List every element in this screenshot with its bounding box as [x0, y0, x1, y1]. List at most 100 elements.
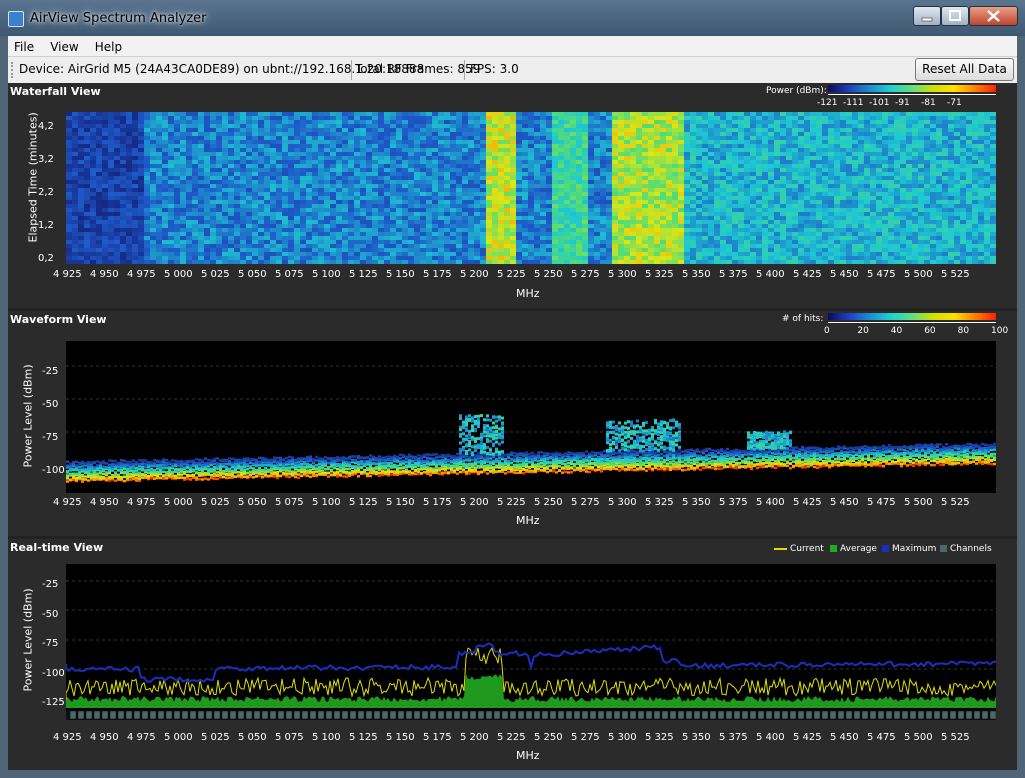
power-legend-tick: -81 [921, 98, 936, 108]
legend-current-label: Current [790, 544, 824, 554]
waterfall-x-tick: 5 175 [423, 269, 452, 280]
realtime-y-tick: -75 [42, 638, 59, 649]
menu-bar: File View Help [8, 36, 1017, 56]
waveform-x-tick: 5 400 [756, 497, 785, 508]
waterfall-x-tick: 5 025 [201, 269, 230, 280]
waveform-x-tick: 5 175 [423, 497, 452, 508]
realtime-x-tick: 5 300 [608, 732, 637, 743]
waterfall-x-tick: 5 275 [571, 269, 600, 280]
waveform-x-tick: 5 025 [201, 497, 230, 508]
status-toolbar: Device: AirGrid M5 (24A43CA0DE89) on ubn… [8, 56, 1017, 84]
views-container: Waterfall View Power (dBm): -121 -111 -101… [8, 83, 1017, 770]
channels-swatch [940, 545, 947, 552]
hits-legend-tick: 0 [824, 326, 830, 336]
waveform-y-tick: -75 [42, 432, 59, 443]
realtime-ylabel: Power Level (dBm) [21, 588, 35, 692]
realtime-y-tick: -100 [42, 667, 65, 679]
realtime-traces [66, 580, 996, 720]
legend-average-label: Average [840, 544, 877, 554]
legend-current: Current [774, 544, 824, 554]
close-button[interactable] [969, 6, 1018, 26]
waterfall-x-tick: 5 375 [719, 269, 748, 280]
realtime-y-tick: -25 [42, 579, 59, 590]
waveform-x-tick: 5 225 [497, 497, 526, 508]
realtime-x-tick: 5 325 [645, 732, 674, 743]
waterfall-y-tick: 4,2 [38, 121, 54, 132]
waterfall-x-tick: 5 350 [682, 269, 711, 280]
realtime-x-tick: 5 150 [386, 732, 415, 743]
waveform-ylabel: Power Level (dBm) [21, 364, 35, 468]
current-swatch [774, 547, 787, 550]
realtime-x-tick: 5 400 [756, 732, 785, 743]
waveform-x-tick: 5 375 [719, 497, 748, 508]
waveform-panel: Waveform View # of hits: 0 20 40 60 80 100 Po… [8, 311, 1017, 536]
waveform-x-tick: 5 000 [164, 497, 193, 508]
power-colorbar-axis [828, 94, 996, 95]
waterfall-x-tick: 5 425 [793, 269, 822, 280]
power-legend-tick: -111 [843, 98, 864, 108]
waterfall-x-tick: 5 500 [904, 269, 933, 280]
waveform-x-tick: 5 300 [608, 497, 637, 508]
realtime-xlabel: MHz [516, 749, 540, 762]
hits-colorbar-axis [828, 322, 996, 323]
realtime-x-tick: 4 950 [90, 732, 119, 743]
legend-maximum-label: Maximum [892, 544, 937, 554]
waveform-x-tick: 5 050 [238, 497, 267, 508]
hits-legend-tick: 60 [924, 326, 936, 336]
realtime-x-tick: 5 050 [238, 732, 267, 743]
waveform-xlabel: MHz [516, 514, 540, 527]
menu-help[interactable]: Help [90, 38, 127, 56]
app-window: AirView Spectrum Analyzer File View Help… [0, 0, 1025, 778]
power-legend-tick: -71 [947, 98, 962, 108]
waterfall-xlabel: MHz [516, 287, 540, 300]
waterfall-x-tick: 4 925 [53, 269, 82, 280]
waveform-x-tick: 5 150 [386, 497, 415, 508]
waveform-x-tick: 5 100 [312, 497, 341, 508]
waveform-y-tick: -25 [42, 366, 59, 377]
waterfall-x-tick: 5 000 [164, 269, 193, 280]
realtime-x-tick: 5 525 [941, 732, 970, 743]
waterfall-x-tick: 4 975 [127, 269, 156, 280]
realtime-x-tick: 5 100 [312, 732, 341, 743]
realtime-x-tick: 5 375 [719, 732, 748, 743]
title-bar[interactable]: AirView Spectrum Analyzer [0, 0, 1025, 36]
realtime-x-tick: 5 000 [164, 732, 193, 743]
waterfall-x-tick: 5 325 [645, 269, 674, 280]
realtime-x-tick: 5 425 [793, 732, 822, 743]
realtime-plot[interactable] [66, 564, 996, 720]
waveform-x-tick: 5 450 [830, 497, 859, 508]
minimize-button[interactable] [913, 6, 941, 26]
waveform-plot[interactable] [66, 341, 996, 493]
waveform-y-tick: -100 [42, 465, 65, 476]
realtime-x-tick: 5 500 [904, 732, 933, 743]
waveform-x-tick: 5 525 [941, 497, 970, 508]
waveform-x-tick: 4 950 [90, 497, 119, 508]
waveform-y-tick: -50 [42, 399, 59, 410]
maximize-icon [949, 10, 961, 21]
average-swatch [830, 545, 837, 552]
menu-file[interactable]: File [9, 38, 39, 56]
realtime-x-tick: 5 200 [460, 732, 489, 743]
waterfall-x-tick: 5 475 [867, 269, 896, 280]
realtime-x-tick: 5 125 [349, 732, 378, 743]
waterfall-x-tick: 5 400 [756, 269, 785, 280]
hits-legend-tick: 40 [890, 326, 903, 336]
toolbar-grip[interactable] [11, 62, 15, 78]
power-legend-title: Power (dBm): [766, 86, 827, 96]
realtime-y-tick: -125 [42, 697, 65, 708]
waterfall-plot[interactable] [66, 112, 996, 264]
waterfall-x-tick: 5 050 [238, 269, 267, 280]
waterfall-x-tick: 5 450 [830, 269, 859, 280]
reset-all-data-button[interactable]: Reset All Data [915, 58, 1014, 81]
waterfall-x-tick: 5 200 [460, 269, 489, 280]
waterfall-x-tick: 5 075 [275, 269, 304, 280]
waterfall-x-tick: 5 225 [497, 269, 526, 280]
waveform-x-tick: 5 275 [571, 497, 600, 508]
maximize-button[interactable] [941, 6, 969, 26]
menu-view[interactable]: View [45, 38, 83, 56]
realtime-x-tick: 5 175 [423, 732, 452, 743]
realtime-x-tick: 5 350 [682, 732, 711, 743]
realtime-x-tick: 5 275 [571, 732, 600, 743]
hits-colorbar [828, 313, 996, 320]
waterfall-y-tick: 0,2 [38, 253, 54, 264]
